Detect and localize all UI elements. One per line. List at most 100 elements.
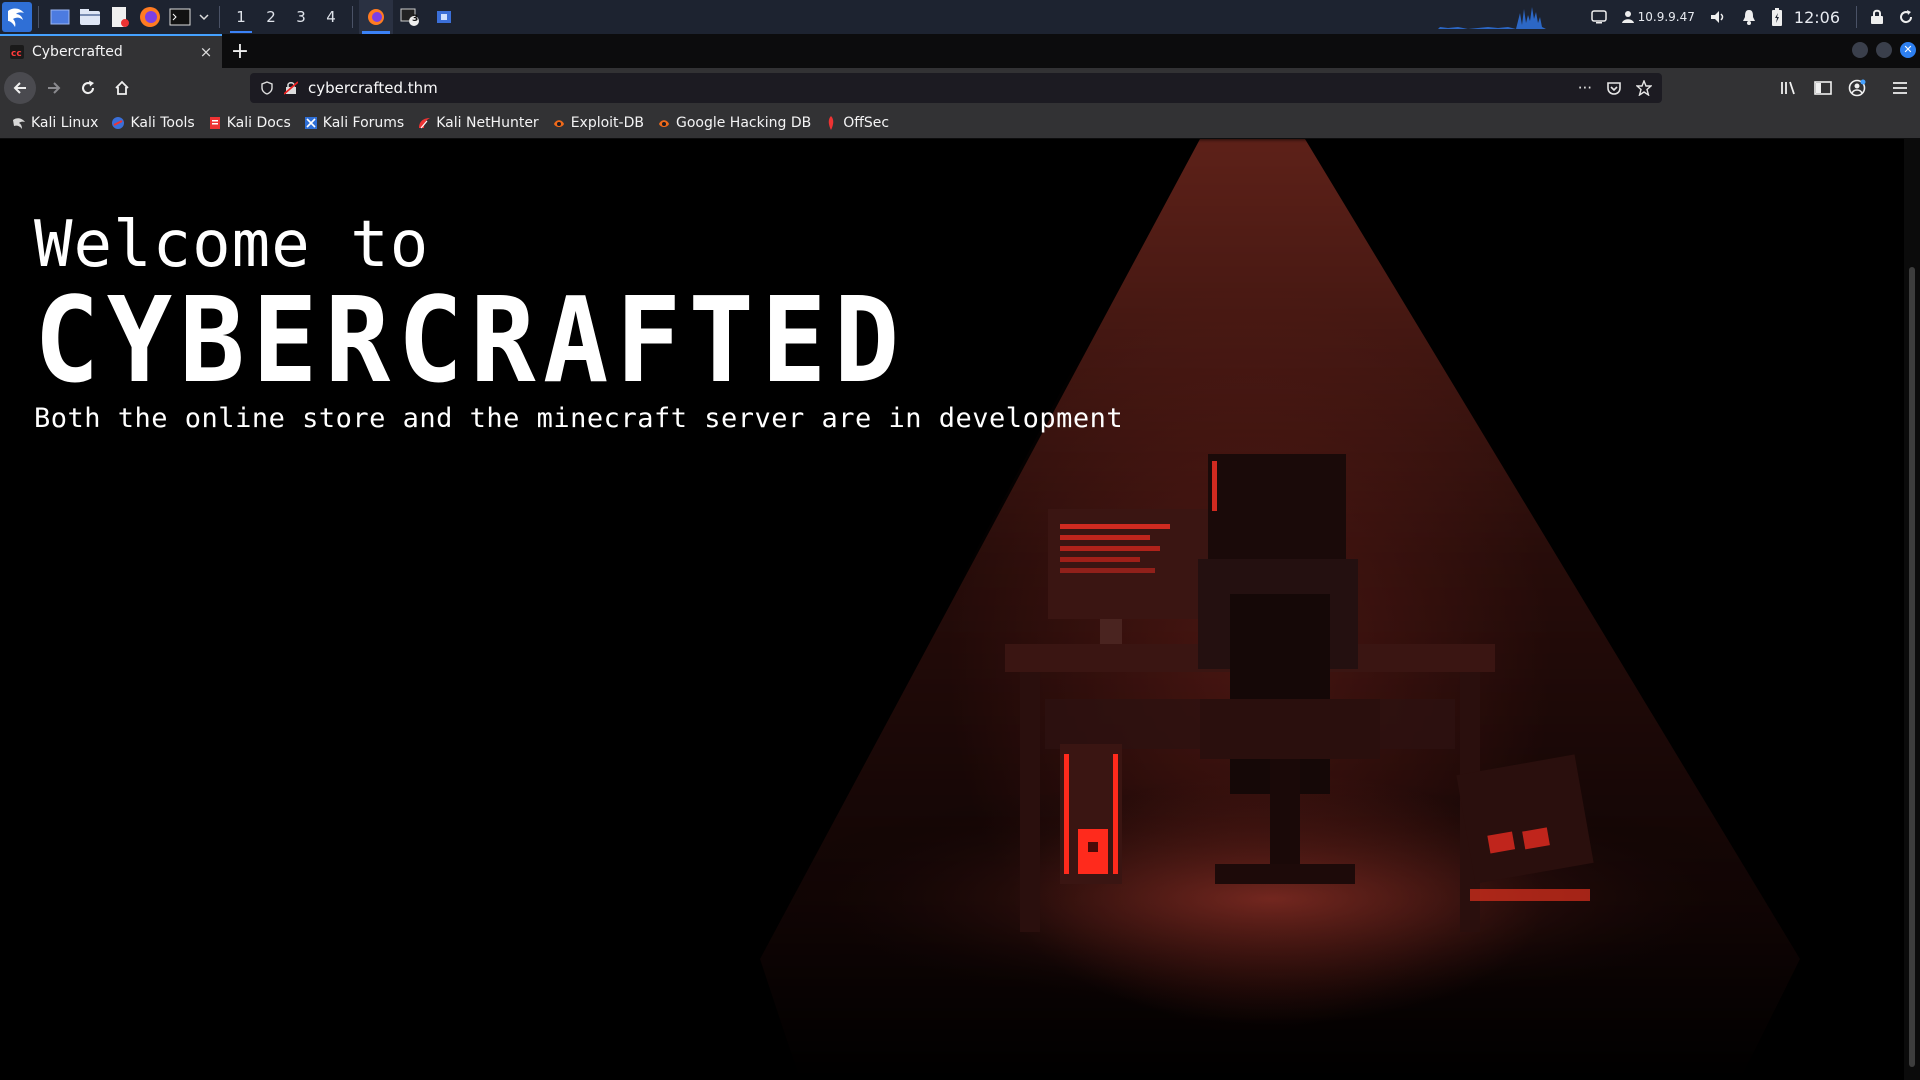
hero-text: Welcome to CYBERCRAFTED Both the online … [34, 209, 1123, 434]
power-refresh-icon[interactable] [1898, 9, 1914, 25]
firefox-icon [368, 9, 384, 25]
sidebar-icon [1814, 81, 1832, 95]
arrow-left-icon [13, 82, 26, 94]
bookmark-label: Kali Docs [226, 115, 291, 131]
battery-icon[interactable] [1771, 7, 1783, 27]
workspace-label: 2 [266, 8, 276, 26]
workspace-label: 3 [296, 8, 306, 26]
home-icon [115, 80, 129, 95]
forward-button[interactable] [38, 72, 70, 104]
panel-separator [38, 6, 39, 28]
taskbar-terminal-window[interactable]: 3 [393, 0, 427, 34]
workspace-3[interactable]: 3 [286, 0, 316, 34]
bookmark-kali-tools[interactable]: Kali Tools [111, 115, 195, 131]
pc-tower [1060, 744, 1122, 884]
arrow-right-icon [48, 82, 61, 94]
tab-close-button[interactable]: × [196, 43, 216, 61]
bookmark-kali-docs[interactable]: Kali Docs [208, 115, 291, 131]
bookmark-kali-nethunter[interactable]: Kali NetHunter [417, 115, 539, 131]
exploit-db-icon [552, 116, 566, 130]
tracking-protection-shield-icon[interactable] [258, 81, 276, 95]
network-graph-icon [1427, 7, 1568, 29]
bookmark-label: Google Hacking DB [675, 115, 812, 131]
clock[interactable]: 12:06 [1794, 8, 1840, 27]
hamburger-menu-icon [1893, 82, 1907, 94]
kali-docs-icon [208, 116, 222, 130]
account-button[interactable] [1841, 72, 1873, 104]
browser-right-tools [1772, 68, 1920, 108]
notification-bell-icon[interactable] [1741, 9, 1757, 25]
display-icon[interactable] [1590, 10, 1607, 24]
page-actions-menu-button[interactable]: ··· [1578, 79, 1592, 97]
top-panel: 1 2 3 4 3 10.9.9.47 12:06 [0, 0, 1920, 34]
page-scrollbar[interactable] [1904, 139, 1920, 1080]
workspace-label: 4 [326, 8, 336, 26]
bookmarks-toolbar: Kali Linux Kali Tools Kali Docs Kali For… [0, 108, 1920, 139]
library-icon [1781, 81, 1795, 95]
tab-title: Cybercrafted [32, 44, 123, 60]
sidebar-toggle-button[interactable] [1807, 72, 1839, 104]
browser-tab-bar: cc Cybercrafted × + ✕ [0, 34, 1920, 68]
nethunter-icon [417, 116, 431, 130]
panel-separator [352, 6, 353, 28]
site-favicon-icon: cc [10, 45, 24, 59]
panel-separator [219, 6, 220, 28]
vpn-indicator[interactable]: 10.9.9.47 [1621, 10, 1695, 24]
bookmark-google-hacking-db[interactable]: Google Hacking DB [657, 115, 811, 131]
window-controls: ✕ [1852, 42, 1916, 58]
address-bar[interactable]: cybercrafted.thm ··· [250, 73, 1662, 103]
pocket-icon[interactable] [1606, 80, 1622, 96]
monitor [1048, 509, 1218, 644]
bookmark-label: Kali Forums [322, 115, 405, 131]
workspace-label: 1 [236, 8, 246, 26]
panel-left: 1 2 3 4 3 [0, 0, 461, 34]
workspace-1[interactable]: 1 [226, 0, 256, 34]
vpn-user-icon [1621, 11, 1634, 23]
ip-address: 10.9.9.47 [1637, 10, 1695, 24]
firefox-launcher-icon[interactable] [137, 4, 163, 30]
insecure-connection-icon[interactable] [282, 81, 300, 95]
offsec-icon [824, 116, 838, 130]
svg-text:cc: cc [11, 49, 22, 57]
chevron-down-icon[interactable] [197, 4, 211, 30]
home-button[interactable] [106, 72, 138, 104]
volume-icon[interactable] [1709, 9, 1727, 25]
bookmark-label: Kali NetHunter [436, 115, 539, 131]
lock-screen-icon[interactable] [1870, 9, 1884, 25]
taskbar-screenshot-window[interactable] [427, 0, 461, 34]
page-viewport: Welcome to CYBERCRAFTED Both the online … [0, 139, 1904, 1080]
new-tab-button[interactable]: + [228, 34, 252, 68]
bookmark-label: Kali Linux [31, 115, 99, 131]
scrollbar-thumb[interactable] [1909, 267, 1915, 1067]
taskbar-firefox-window[interactable] [359, 0, 393, 34]
workspace-2[interactable]: 2 [256, 0, 286, 34]
ghdb-icon [657, 116, 671, 130]
url-text[interactable]: cybercrafted.thm [308, 79, 1578, 97]
app-menu-button[interactable] [1884, 72, 1916, 104]
account-icon [1848, 79, 1866, 97]
library-button[interactable] [1773, 72, 1805, 104]
bookmark-kali-forums[interactable]: Kali Forums [304, 115, 404, 131]
tab-cybercrafted[interactable]: cc Cybercrafted × [0, 34, 222, 68]
bookmark-offsec[interactable]: OffSec [824, 115, 889, 131]
address-bar-actions: ··· [1578, 79, 1652, 97]
panel-separator [1856, 6, 1857, 28]
text-editor-icon[interactable] [107, 4, 133, 30]
kali-dragon-icon [12, 116, 26, 130]
maximize-button[interactable] [1876, 42, 1892, 58]
bookmark-kali-linux[interactable]: Kali Linux [12, 115, 98, 131]
terminal-launcher-icon[interactable] [167, 4, 193, 30]
back-button[interactable] [4, 72, 36, 104]
workspace-4[interactable]: 4 [316, 0, 346, 34]
kali-forums-icon [304, 116, 318, 130]
file-manager-icon[interactable] [77, 4, 103, 30]
bookmark-label: OffSec [843, 115, 890, 131]
kali-menu-icon[interactable] [2, 2, 32, 32]
bookmark-exploit-db[interactable]: Exploit-DB [552, 115, 644, 131]
close-window-button[interactable]: ✕ [1900, 42, 1916, 58]
screenshot-tool-icon [437, 11, 451, 23]
minimize-button[interactable] [1852, 42, 1868, 58]
reload-button[interactable] [72, 72, 104, 104]
show-desktop-icon[interactable] [47, 4, 73, 30]
bookmark-star-icon[interactable] [1636, 80, 1652, 96]
